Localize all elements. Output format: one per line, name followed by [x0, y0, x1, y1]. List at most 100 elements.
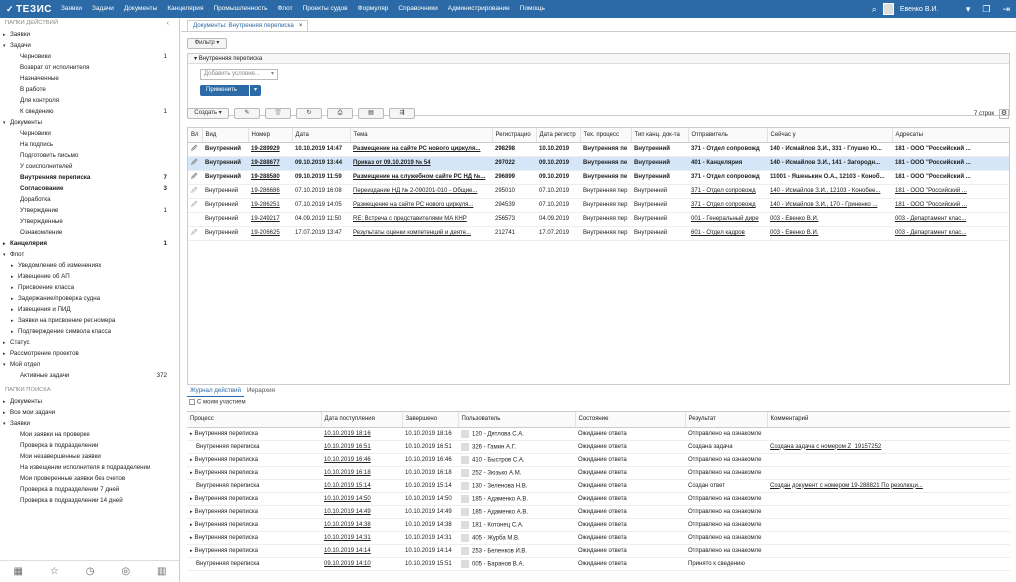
table-row[interactable]: Внутренний 19-249217 04.09.2019 11:50 RE: В… [188, 212, 1009, 227]
cell-num[interactable]: 19-289929 [248, 142, 292, 157]
menu-item[interactable]: Администрирование [443, 0, 515, 18]
expand-icon[interactable]: ▸ [190, 457, 193, 463]
sidebar-item[interactable]: ▸ Задержание/проверка судна [0, 293, 179, 304]
sidebar-item[interactable]: Черновики 1 [0, 51, 179, 62]
sidebar-item[interactable]: Согласование 3 [0, 183, 179, 194]
column-header[interactable]: Тип канц. док-та [631, 128, 689, 143]
sidebar-search-item[interactable]: На извещении исполнителя в подразделении [0, 462, 179, 473]
star-icon[interactable]: ☆ [50, 566, 59, 577]
sidebar-item[interactable]: ▸ Присвоение класса [0, 282, 179, 293]
sidebar-search-item[interactable]: ▸ Документы [0, 396, 179, 407]
sidebar-item[interactable]: Ознакомление [0, 227, 179, 238]
sidebar-item[interactable]: В работе [0, 84, 179, 95]
sidebar-item[interactable]: Возврат от исполнителя [0, 62, 179, 73]
sidebar-item[interactable]: Утвержденные [0, 216, 179, 227]
collapse-icon[interactable]: ‹ [167, 18, 169, 29]
cell-received[interactable]: 10.10.2019 14:14 [321, 544, 402, 558]
journal-row[interactable]: Внутренняя переписка 09.10.2019 14:10 10.1… [187, 557, 1010, 571]
menu-item[interactable]: Канцелярия [162, 0, 208, 18]
cell-num[interactable]: 19-286686 [248, 184, 292, 199]
cell-received[interactable]: 09.10.2019 14:10 [321, 557, 402, 571]
column-header[interactable]: Сейчас у [767, 128, 893, 143]
create-button[interactable]: Создать ▾ [187, 108, 229, 119]
cell-num[interactable]: 19-206625 [248, 226, 292, 241]
avatar[interactable] [882, 3, 894, 15]
sidebar-item[interactable]: Назначенные [0, 73, 179, 84]
cell-received[interactable]: 10.10.2019 14:38 [321, 518, 402, 532]
column-header[interactable]: Пользователь [458, 412, 576, 428]
my-participation-checkbox[interactable]: С моим участием [189, 399, 246, 406]
sidebar-item[interactable]: Утверждение 1 [0, 205, 179, 216]
filter-header[interactable]: ▾ Внутренняя переписка [188, 54, 1009, 64]
apply-dropdown-icon[interactable]: ▾ [249, 85, 261, 96]
cell-received[interactable]: 10.10.2019 16:46 [321, 453, 402, 467]
cell-received[interactable]: 10.10.2019 18:16 [321, 427, 402, 441]
tab-journal[interactable]: Журнал действий [187, 385, 244, 397]
calendar-icon[interactable]: ▦ [13, 566, 22, 577]
journal-row[interactable]: ▸ Внутренняя переписка 10.10.2019 14:14 10.… [187, 544, 1010, 558]
column-header[interactable]: Адресаты [892, 128, 1009, 143]
edit-icon[interactable]: ✎ [234, 108, 260, 119]
table-row[interactable]: 🖉 Внутренний 19-286686 07.10.2019 16:08 Пере… [188, 184, 1009, 199]
menu-item[interactable]: Помощь [515, 0, 550, 18]
sidebar-search-item[interactable]: Мои незавершенные заявки [0, 451, 179, 462]
logout-icon[interactable]: ⇥ [1002, 4, 1010, 15]
cell-num[interactable]: 19-286251 [248, 198, 292, 213]
column-header[interactable]: Комментарий [767, 412, 1010, 428]
checkbox-box[interactable] [189, 399, 195, 405]
journal-row[interactable]: ▸ Внутренняя переписка 10.10.2019 16:18 10.… [187, 466, 1010, 480]
sidebar-item[interactable]: Для контроля [0, 95, 179, 106]
journal-row[interactable]: ▸ Внутренняя переписка 10.10.2019 14:38 10.… [187, 518, 1010, 532]
cell-num[interactable]: 19-288580 [248, 170, 292, 185]
table-row[interactable]: 🖉 Внутренний 19-206625 17.07.2019 13:47 Резу… [188, 226, 1009, 241]
apply-button[interactable]: Применить ▾ [200, 85, 261, 96]
sidebar-item[interactable]: ▸ Извещения и ПИД [0, 304, 179, 315]
sidebar-search-item[interactable]: ▾ Заявки [0, 418, 179, 429]
column-header[interactable]: Вл [188, 128, 203, 143]
help-icon[interactable]: ◎ [121, 566, 130, 577]
expand-icon[interactable]: ▸ [190, 470, 193, 476]
column-header[interactable]: Вид [202, 128, 249, 143]
expand-icon[interactable]: ▸ [190, 509, 193, 515]
journal-row[interactable]: ▸ Внутренняя переписка 10.10.2019 14:49 10.… [187, 505, 1010, 519]
column-header[interactable]: Состояние [575, 412, 686, 428]
sidebar-item[interactable]: ▸ Заявки [0, 29, 179, 40]
app-logo[interactable]: ✓ ТЕЗИС [0, 4, 56, 15]
menu-item[interactable]: Документы [119, 0, 163, 18]
chevron-down-icon[interactable]: ▾ [966, 4, 971, 15]
column-header[interactable]: Дата [292, 128, 351, 143]
sidebar-item[interactable]: Подготовить письмо [0, 150, 179, 161]
refresh-icon[interactable]: ↻ [296, 108, 322, 119]
sidebar-item[interactable]: ▸ Извещение об АП [0, 271, 179, 282]
sidebar-item[interactable]: ▸ Подтверждение символа класса [0, 326, 179, 337]
menu-item[interactable]: Промышленность [208, 0, 272, 18]
sidebar-search-item[interactable]: ▸ Все мои задачи [0, 407, 179, 418]
sidebar-item[interactable]: Черновики [0, 128, 179, 139]
sidebar-item[interactable]: ▾ Задачи [0, 40, 179, 51]
menu-item[interactable]: Задачи [87, 0, 119, 18]
column-header[interactable]: Отправитель [688, 128, 768, 143]
journal-row[interactable]: ▸ Внутренняя переписка 10.10.2019 16:46 10.… [187, 453, 1010, 467]
journal-row[interactable]: ▸ Внутренняя переписка 10.10.2019 14:50 10.… [187, 492, 1010, 506]
tab-hierarchy[interactable]: Иерархия [244, 385, 278, 397]
sidebar-item[interactable]: На подпись [0, 139, 179, 150]
cell-received[interactable]: 10.10.2019 14:50 [321, 492, 402, 506]
sidebar-search-item[interactable]: Проверка в подразделении [0, 440, 179, 451]
close-icon[interactable]: × [299, 22, 303, 29]
sidebar-item[interactable]: Доработка [0, 194, 179, 205]
cell-received[interactable]: 10.10.2019 16:18 [321, 466, 402, 480]
sidebar-item[interactable]: ▸ Рассмотрение проектов [0, 348, 179, 359]
sidebar-item[interactable]: ▾ Флот [0, 249, 179, 260]
sidebar-item[interactable]: ▸ Заявки на присвоение рег.номера [0, 315, 179, 326]
cell-received[interactable]: 10.10.2019 14:49 [321, 505, 402, 519]
add-condition-field[interactable]: Добавить условие... ▾ [200, 69, 278, 80]
column-header[interactable]: Завершено [402, 412, 459, 428]
sidebar-search-item[interactable]: Мои заявки на проверке [0, 429, 179, 440]
table-row[interactable]: 🖉 Внутренний 19-288677 09.10.2019 13:44 Прик… [188, 156, 1009, 171]
cell-received[interactable]: 10.10.2019 14:31 [321, 531, 402, 545]
search-icon[interactable]: ⌕ [872, 4, 877, 15]
print-icon[interactable]: ▤ [358, 108, 384, 119]
menu-item[interactable]: Справочники [393, 0, 442, 18]
sidebar-item[interactable]: К сведению 1 [0, 106, 179, 117]
cell-num[interactable]: 19-249217 [248, 212, 292, 227]
